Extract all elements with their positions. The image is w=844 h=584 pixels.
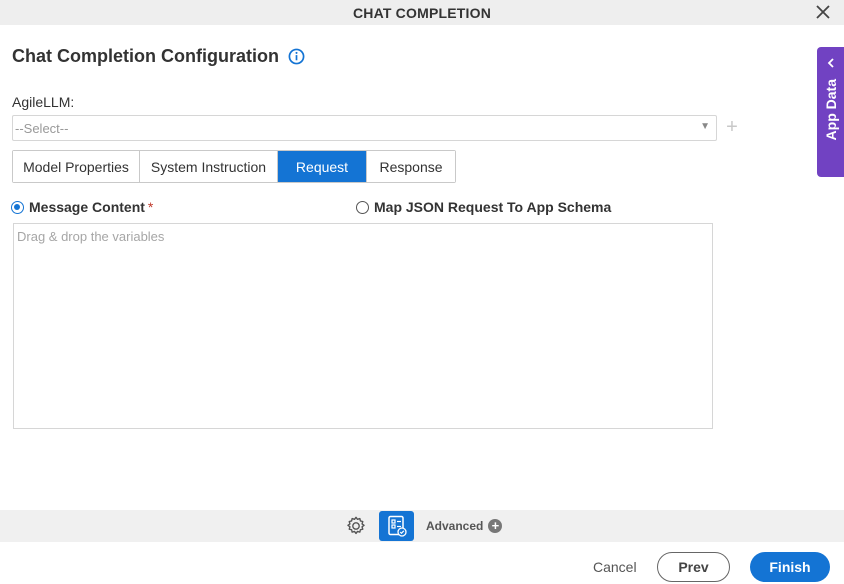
radio-label-map-json: Map JSON Request To App Schema (374, 199, 612, 215)
app-data-label: App Data (822, 79, 839, 141)
close-icon[interactable] (814, 3, 832, 21)
radio-message-content[interactable]: Message Content * (11, 199, 153, 215)
page-title: Chat Completion Configuration (12, 46, 279, 66)
agilellm-label: AgileLLM: (12, 94, 75, 110)
chevron-down-icon: ▼ (700, 121, 710, 132)
plus-circle-icon: + (488, 519, 503, 533)
radio-map-json[interactable]: Map JSON Request To App Schema (356, 199, 611, 215)
tab-response[interactable]: Response (367, 151, 455, 182)
radio-button-selected[interactable] (11, 200, 24, 214)
tab-label: Model Properties (23, 158, 129, 175)
cancel-button[interactable]: Cancel (593, 559, 637, 575)
finish-button[interactable]: Finish (750, 552, 830, 582)
tab-model-properties[interactable]: Model Properties (13, 151, 140, 182)
dialog-titlebar: CHAT COMPLETION (0, 0, 844, 25)
add-llm-button[interactable]: + (724, 117, 740, 137)
radio-button[interactable] (356, 200, 369, 214)
dropzone-placeholder: Drag & drop the variables (17, 229, 165, 244)
tab-request[interactable]: Request (278, 151, 367, 182)
config-heading: Chat Completion Configuration (12, 46, 305, 67)
agilellm-selected-value: --Select-- (15, 120, 69, 136)
agilellm-select[interactable]: --Select-- ▼ (12, 115, 717, 141)
info-icon[interactable] (288, 48, 305, 65)
chevron-left-icon (827, 58, 834, 68)
schema-checklist-icon (387, 515, 407, 537)
radio-label-message-content: Message Content (29, 199, 145, 215)
tab-label: System Instruction (150, 158, 267, 175)
bottom-toolbar: Advanced + (0, 510, 844, 542)
config-tabs: Model Properties System Instruction Requ… (12, 150, 456, 183)
advanced-toggle[interactable]: Advanced + (426, 519, 503, 533)
advanced-label: Advanced (426, 519, 484, 533)
app-data-panel-toggle[interactable]: App Data (817, 47, 844, 177)
schema-mapping-button[interactable] (379, 511, 414, 541)
prev-button[interactable]: Prev (657, 552, 730, 582)
gear-icon[interactable] (345, 515, 367, 537)
message-content-dropzone[interactable]: Drag & drop the variables (13, 223, 713, 429)
required-mark: * (147, 199, 154, 215)
tab-label: Request (295, 158, 349, 175)
tab-system-instruction[interactable]: System Instruction (140, 151, 278, 182)
dialog-title: CHAT COMPLETION (352, 4, 492, 21)
tab-label: Response (379, 158, 443, 175)
